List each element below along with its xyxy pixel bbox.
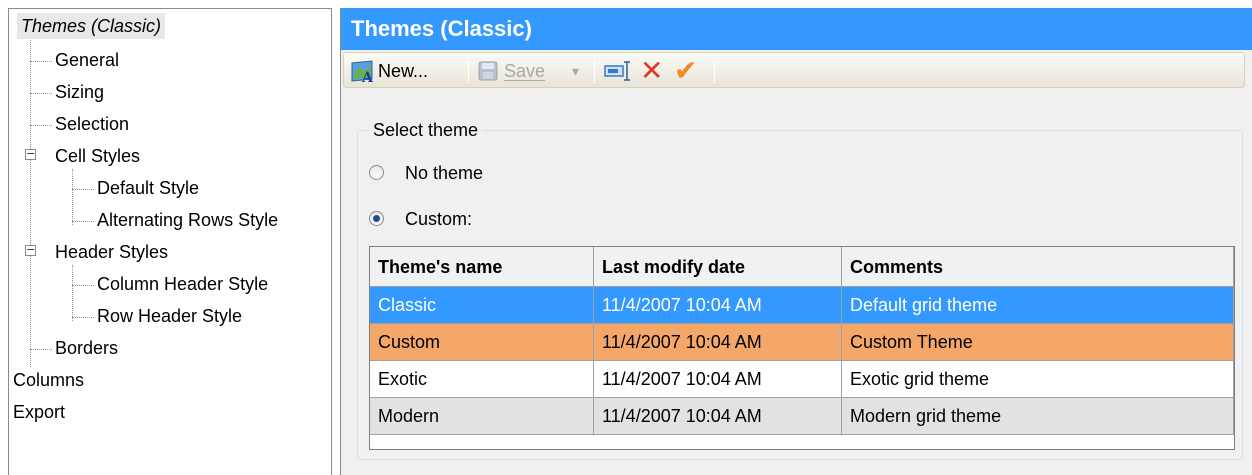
comment-cell[interactable]: Custom Theme [842,324,1234,361]
theme-name-cell[interactable]: Classic [370,287,594,324]
tree-view[interactable]: Themes (Classic) General Sizing Selectio… [8,8,332,475]
date-cell[interactable]: 11/4/2007 10:04 AM [594,287,842,324]
table-row[interactable]: Custom 11/4/2007 10:04 AM Custom Theme [370,324,1234,361]
tree-connector [30,37,31,367]
column-header-theme-name[interactable]: Theme's name [370,247,594,287]
svg-text:A: A [361,70,374,83]
save-dropdown-chevron-down-icon: ▾ [572,63,580,79]
tree-connector [72,221,94,222]
tree-connector [30,93,52,94]
radio-custom-label: Custom: [405,209,473,229]
tree-item-themes[interactable]: Themes (Classic) [17,13,166,39]
toolbar-separator [468,59,469,83]
tree-item-general[interactable]: General [55,47,119,73]
new-theme-icon[interactable]: A [350,59,376,86]
table-row[interactable]: Modern 11/4/2007 10:04 AM Modern grid them… [370,398,1234,435]
tree-connector [30,125,52,126]
tree-item-columns[interactable]: Columns [13,367,84,393]
collapse-header-styles-icon[interactable]: − [25,244,36,256]
comment-cell[interactable]: Modern grid theme [842,398,1234,435]
themes-panel: Themes (Classic) A New... Save ▾ ✕ ✔ Sel… [340,8,1252,475]
comment-cell[interactable]: Default grid theme [842,287,1234,324]
tree-item-default-style[interactable]: Default Style [97,175,199,201]
table-row[interactable]: Exotic 11/4/2007 10:04 AM Exotic grid them… [370,361,1234,398]
radio-no-theme-label: No theme [405,163,484,183]
tree-item-sizing[interactable]: Sizing [55,79,104,105]
theme-name-cell[interactable]: Exotic [370,361,594,398]
toolbar-separator [594,59,595,83]
tree-item-column-header-style[interactable]: Column Header Style [97,271,268,297]
tree-item-alternating-rows-style[interactable]: Alternating Rows Style [97,207,278,233]
themes-grid[interactable]: Theme's name Last modify date Comments C… [369,246,1235,450]
radio-custom-button[interactable] [369,211,384,226]
tree-item-export[interactable]: Export [13,399,65,425]
delete-icon[interactable]: ✕ [640,57,663,85]
tree-connector [72,285,94,286]
tree-connector [30,61,52,62]
tree-connector [30,349,52,350]
tree-item-header-styles[interactable]: Header Styles [55,239,168,265]
column-header-last-modify-date[interactable]: Last modify date [594,247,842,287]
save-button: Save [504,61,546,81]
tree-connector [72,265,73,321]
radio-custom[interactable]: Custom: [369,206,569,232]
toolbar-separator [714,59,715,83]
tree-connector [72,317,94,318]
column-header-comments[interactable]: Comments [842,247,1234,287]
tree-item-cell-styles[interactable]: Cell Styles [55,143,140,169]
new-button[interactable]: New... [378,57,428,85]
theme-name-cell[interactable]: Custom [370,324,594,361]
rename-icon[interactable] [604,61,634,81]
tree-connector [72,169,73,225]
collapse-cell-styles-icon[interactable]: − [25,148,36,160]
apply-checkmark-icon[interactable]: ✔ [674,57,697,85]
table-row[interactable]: Classic 11/4/2007 10:04 AM Default grid th… [370,287,1234,324]
panel-title: Themes (Classic) [341,8,1252,50]
toolbar: A New... Save ▾ ✕ ✔ [343,52,1245,88]
radio-no-theme-button[interactable] [369,165,384,180]
tree-item-borders[interactable]: Borders [55,335,118,361]
select-theme-group-title: Select theme [369,118,483,142]
tree-connector [72,189,94,190]
date-cell[interactable]: 11/4/2007 10:04 AM [594,398,842,435]
tree-item-selection[interactable]: Selection [55,111,129,137]
save-icon [478,61,498,81]
date-cell[interactable]: 11/4/2007 10:04 AM [594,324,842,361]
comment-cell[interactable]: Exotic grid theme [842,361,1234,398]
radio-no-theme[interactable]: No theme [369,160,569,186]
theme-name-cell[interactable]: Modern [370,398,594,435]
tree-item-row-header-style[interactable]: Row Header Style [97,303,242,329]
date-cell[interactable]: 11/4/2007 10:04 AM [594,361,842,398]
grid-header-row: Theme's name Last modify date Comments [370,247,1234,287]
